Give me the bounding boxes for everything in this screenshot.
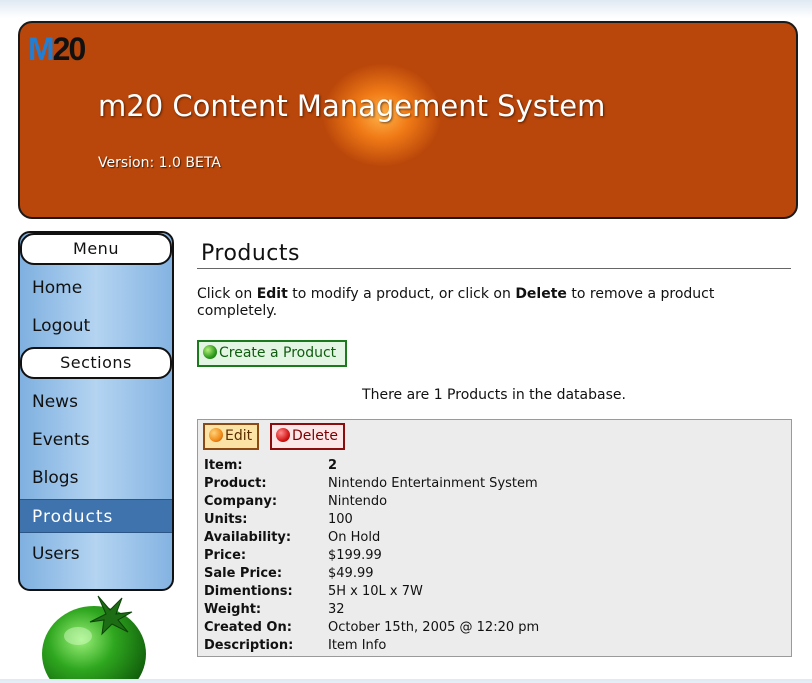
field-availability: Availability: On Hold: [204, 530, 381, 545]
red-tomato-icon: [276, 428, 290, 442]
version-label: Version: 1.0 BETA: [98, 155, 221, 171]
field-price: Price: $199.99: [204, 548, 382, 563]
sections-heading: Sections: [20, 347, 172, 379]
field-created-on: Created On: October 15th, 2005 @ 12:20 pm: [204, 620, 540, 635]
page-title: Products: [197, 241, 791, 269]
delete-button[interactable]: Delete: [270, 423, 345, 450]
orange-tomato-icon: [209, 428, 223, 442]
field-product: Product: Nintendo Entertainment System: [204, 476, 538, 491]
field-weight: Weight: 32: [204, 602, 345, 617]
field-company: Company: Nintendo: [204, 494, 388, 509]
field-description: Description: Item Info: [204, 638, 387, 653]
product-record: Edit Delete Item: 2 Product: Nintendo Ente…: [197, 419, 792, 657]
site-title: m20 Content Management System: [98, 89, 606, 123]
sidebar-item-blogs[interactable]: Blogs: [20, 461, 172, 495]
sidebar-item-logout[interactable]: Logout: [20, 309, 172, 343]
green-tomato-illustration: [36, 592, 154, 683]
instructions-text: Click on Edit to modify a product, or cl…: [197, 286, 715, 319]
field-dimentions: Dimentions: 5H x 10L x 7W: [204, 584, 423, 599]
edit-button[interactable]: Edit: [203, 423, 259, 450]
sidebar-item-news[interactable]: News: [20, 385, 172, 419]
product-fields: Item: 2 Product: Nintendo Entertainment Sy…: [204, 457, 784, 655]
m20-logo[interactable]: M20: [28, 31, 86, 68]
field-units: Units: 100: [204, 512, 353, 527]
menu-heading: Menu: [20, 233, 172, 265]
field-sale-price: Sale Price: $49.99: [204, 566, 374, 581]
sidebar-item-events[interactable]: Events: [20, 423, 172, 457]
field-item: Item: 2: [204, 458, 338, 473]
sidebar-item-home[interactable]: Home: [20, 271, 172, 305]
create-product-button[interactable]: Create a Product: [197, 340, 347, 367]
sidebar-item-products[interactable]: Products: [20, 499, 172, 533]
site-header-banner: M20 m20 Content Management System Versio…: [18, 21, 798, 219]
green-tomato-icon: [203, 345, 217, 359]
sidebar-nav: Menu Home Logout Sections News Events Bl…: [18, 231, 174, 591]
sidebar-item-users[interactable]: Users: [20, 537, 172, 571]
product-count-text: There are 1 Products in the database.: [362, 387, 626, 403]
